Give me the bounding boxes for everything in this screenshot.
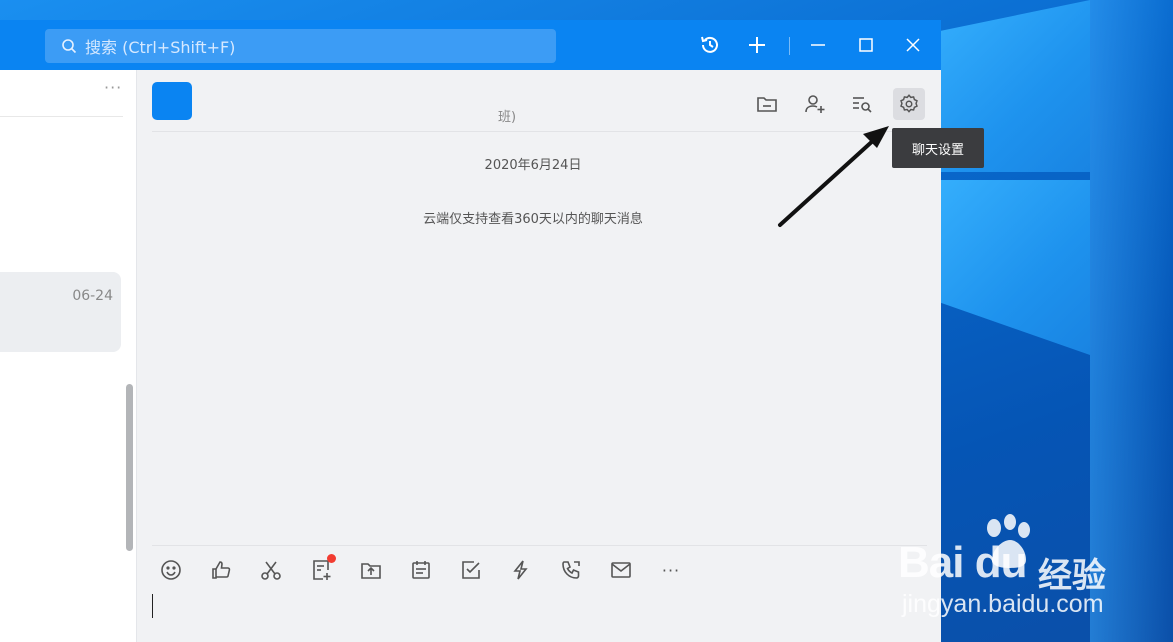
lightning-icon [513,560,528,580]
tooltip: 聊天设置 [892,128,984,168]
minimize-icon [811,44,825,46]
notification-badge [327,554,336,563]
chat-title: 班) [498,110,517,125]
quick-reply-button[interactable] [507,556,535,584]
watermark-url: jingyan.baidu.com [902,590,1104,618]
thumbs-up-icon [212,561,231,579]
add-member-button[interactable] [799,88,831,120]
more-options-button[interactable]: ··· [104,78,122,97]
scrollbar-thumb[interactable] [126,384,133,551]
search-placeholder: 搜索 (Ctrl+Shift+F) [85,38,236,57]
add-button[interactable] [742,30,772,60]
task-button[interactable] [457,556,485,584]
avatar[interactable] [152,82,192,120]
calendar-icon [412,561,430,579]
search-history-button[interactable] [846,88,878,120]
files-button[interactable] [751,88,783,120]
watermark-logo: Bai du [898,538,1027,587]
titlebar-divider [789,37,790,55]
windows-logo-pane [940,180,1090,355]
header-divider [152,131,927,132]
scissors-icon [261,561,281,580]
screenshot-button[interactable] [257,556,285,584]
add-member-icon [805,95,825,113]
chat-settings-button[interactable] [893,88,925,120]
search-input[interactable]: 搜索 (Ctrl+Shift+F) [45,29,556,63]
conversation-list-panel: ··· 06-24 [0,70,137,642]
minimize-button[interactable] [803,30,833,60]
maximize-icon [859,38,873,52]
date-divider: 2020年6月24日 [484,158,582,173]
more-tools-button[interactable]: ··· [657,556,685,584]
history-button[interactable] [695,30,725,60]
conversation-item[interactable]: 06-24 [0,272,121,352]
mail-icon [611,562,631,578]
close-button[interactable] [898,30,928,60]
emoji-button[interactable] [157,556,185,584]
toolbar-divider [152,545,927,546]
search-history-icon [853,97,872,113]
gear-icon [900,94,918,113]
email-button[interactable] [607,556,635,584]
cloud-history-notice: 云端仅支持查看360天以内的聊天消息 [423,212,643,227]
divider [0,116,123,117]
checkbox-icon [462,561,480,579]
folder-icon [757,97,777,112]
search-icon [62,39,77,54]
watermark: Bai du 经验 jingyan.baidu.com [898,514,1158,624]
conversation-date: 06-24 [72,288,113,304]
plus-icon [749,37,765,53]
history-icon [701,36,718,53]
close-icon [906,38,920,52]
like-button[interactable] [207,556,235,584]
new-doc-button[interactable] [307,554,336,584]
emoji-icon [161,560,181,580]
chat-panel: 班) 2020年6月24日 云端仅支持查看360天以内的聊天消息 聊天设置 ··… [137,70,984,642]
app-window: 搜索 (Ctrl+Shift+F) ··· 06-24 班) 2020年6月24… [0,20,984,642]
schedule-button[interactable] [407,556,435,584]
message-input-caret[interactable] [152,594,153,618]
more-icon: ··· [661,560,681,580]
send-file-button[interactable] [357,556,385,584]
call-button[interactable] [557,556,585,584]
upload-folder-icon [361,563,381,579]
maximize-button[interactable] [851,30,881,60]
title-bar: 搜索 (Ctrl+Shift+F) [0,20,941,70]
phone-icon [562,561,580,579]
